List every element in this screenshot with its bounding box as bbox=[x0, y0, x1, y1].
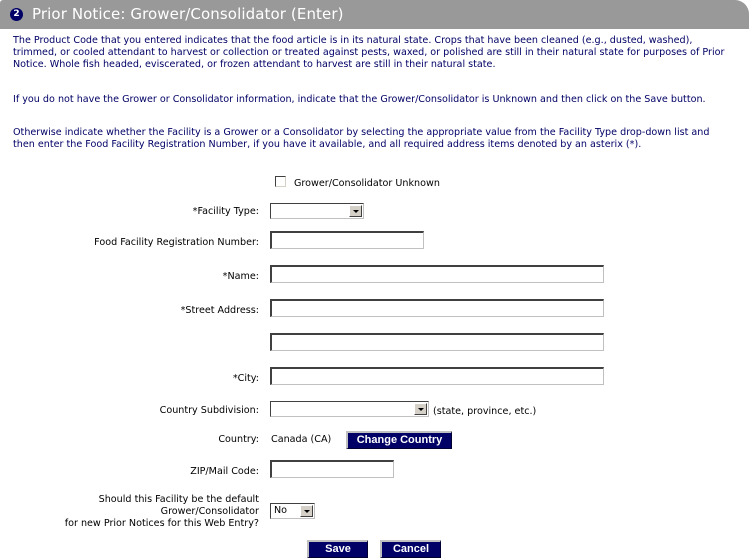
page-header: 2 Prior Notice: Grower/Consolidator (Ent… bbox=[0, 0, 749, 29]
country-subdivision-hint: (state, province, etc.) bbox=[433, 406, 537, 417]
city-input[interactable] bbox=[270, 367, 604, 385]
registration-number-input[interactable] bbox=[270, 231, 424, 249]
page-title: Prior Notice: Grower/Consolidator (Enter… bbox=[32, 5, 344, 23]
cancel-button[interactable]: Cancel bbox=[380, 540, 441, 558]
country-subdivision-label: Country Subdivision: bbox=[159, 405, 259, 416]
zip-input[interactable] bbox=[270, 460, 394, 478]
change-country-button[interactable]: Change Country bbox=[346, 431, 452, 449]
facility-type-label: *Facility Type: bbox=[192, 206, 259, 217]
street-address-label: *Street Address: bbox=[180, 305, 259, 316]
default-facility-label-line1: Should this Facility be the default bbox=[98, 494, 259, 505]
instruction-facility-type: Otherwise indicate whether the Facility … bbox=[13, 127, 710, 150]
default-facility-label-line3: for new Prior Notices for this Web Entry… bbox=[64, 518, 259, 529]
name-input[interactable] bbox=[270, 265, 604, 283]
step-number-badge: 2 bbox=[10, 8, 23, 21]
country-label: Country: bbox=[218, 434, 259, 445]
facility-type-select[interactable] bbox=[270, 203, 364, 219]
name-label: *Name: bbox=[222, 271, 259, 282]
street-address-line2-input[interactable] bbox=[270, 333, 604, 351]
save-button[interactable]: Save bbox=[307, 540, 368, 558]
instruction-unknown: If you do not have the Grower or Consoli… bbox=[13, 94, 706, 105]
chevron-down-icon[interactable] bbox=[349, 205, 362, 217]
grower-unknown-checkbox[interactable] bbox=[275, 176, 286, 187]
zip-label: ZIP/Mail Code: bbox=[190, 466, 259, 477]
street-address-input[interactable] bbox=[270, 299, 604, 317]
chevron-down-icon[interactable] bbox=[300, 505, 313, 517]
default-facility-label-line2: Grower/Consolidator bbox=[160, 506, 259, 517]
grower-unknown-label: Grower/Consolidator Unknown bbox=[294, 178, 440, 189]
country-value: Canada (CA) bbox=[271, 434, 332, 445]
default-facility-value: No bbox=[274, 505, 288, 516]
default-facility-select[interactable]: No bbox=[270, 503, 315, 519]
chevron-down-icon[interactable] bbox=[414, 403, 427, 415]
city-label: *City: bbox=[232, 373, 259, 384]
registration-number-label: Food Facility Registration Number: bbox=[94, 237, 259, 248]
country-subdivision-select[interactable] bbox=[270, 401, 429, 417]
instruction-natural-state: The Product Code that you entered indica… bbox=[13, 35, 725, 70]
